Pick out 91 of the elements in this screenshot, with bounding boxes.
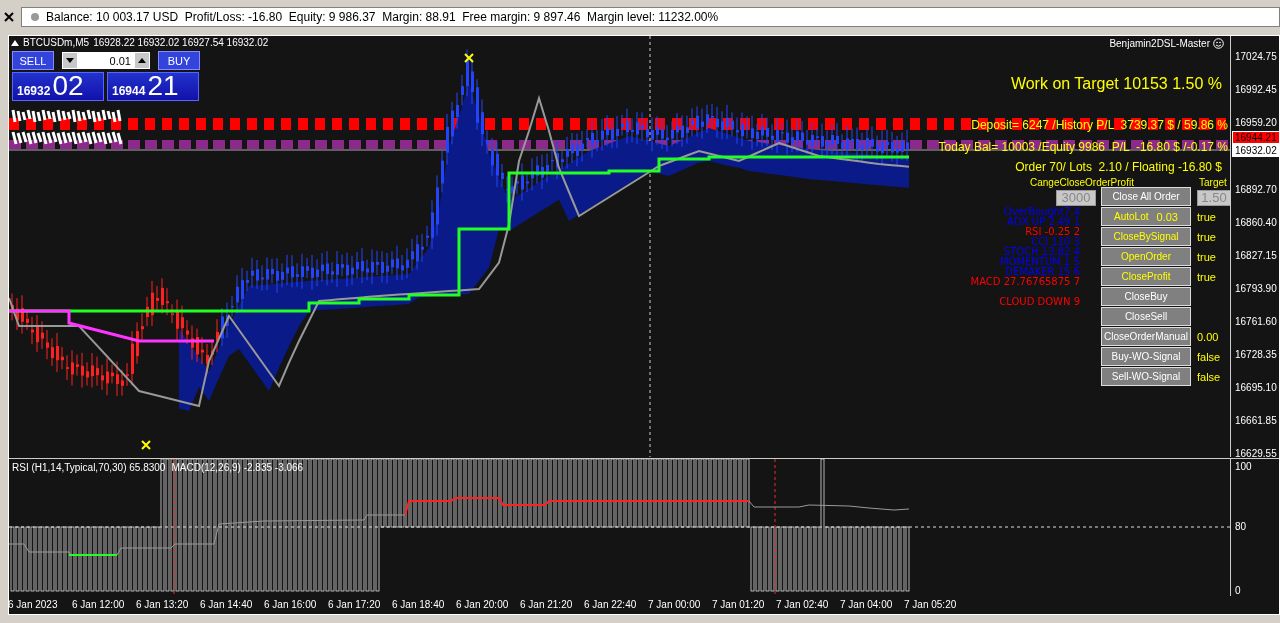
signal-text: CLOUD DOWN 9 [999, 297, 1080, 307]
ea-control-button[interactable]: OpenOrder [1101, 247, 1191, 266]
time-axis-label: 6 Jan 18:40 [392, 599, 445, 610]
smiley-icon [1213, 38, 1224, 49]
time-axis-label: 7 Jan 04:00 [840, 599, 893, 610]
signal-text: ADX UP 2.49 1 [1007, 217, 1080, 227]
bid-price-tag: 16932.02 [1232, 144, 1280, 157]
caret-up-icon [138, 58, 146, 63]
caret-down-icon [66, 58, 74, 63]
ea-control-button[interactable]: CloseProfit [1101, 267, 1191, 286]
indicator-axis-label: 80 [1235, 521, 1247, 532]
ea-control-button[interactable]: CloseSell [1101, 307, 1191, 326]
buy-price-panel[interactable]: 16944 21 [107, 72, 199, 101]
time-axis-label: 7 Jan 02:40 [776, 599, 829, 610]
time-axis-label: 6 Jan 14:40 [200, 599, 253, 610]
time-axis-label: 6 Jan 16:00 [264, 599, 317, 610]
price-axis-label: 16695.10 [1235, 382, 1277, 393]
ea-control-button[interactable]: CloseBySignal [1101, 227, 1191, 246]
price-axis-label: 16992.45 [1235, 84, 1277, 95]
price-axis-label: 17024.75 [1235, 51, 1277, 62]
time-axis-label: 6 Jan 22:40 [584, 599, 637, 610]
auto-lot-value: 0.03 [1156, 210, 1178, 223]
time-axis-label: 7 Jan 01:20 [712, 599, 765, 610]
lot-size-field[interactable]: 0.01 [78, 52, 134, 69]
signal-text: OverBought7.4 [1004, 207, 1080, 217]
setting-value: true [1197, 270, 1216, 283]
decrease-lot-button[interactable] [62, 52, 78, 69]
buy-price-major: 16944 [112, 84, 146, 98]
time-axis-label: 6 Jan 12:00 [72, 599, 125, 610]
cross-marker-icon [141, 440, 151, 450]
indicator-axis-label: 0 [1235, 585, 1241, 596]
setting-value: true [1197, 230, 1216, 243]
expert-name: Benjamin2DSL-Master [1109, 38, 1210, 49]
order-summary: Order 70/ Lots 2.10 / Floating -16.80 $ [1015, 160, 1222, 174]
sell-button[interactable]: SELL [12, 51, 54, 70]
signal-text: CCI 110 3 [1031, 237, 1080, 247]
ea-control-button[interactable]: Buy-WO-Signal [1101, 347, 1191, 366]
ohlc-values: 16928.22 16932.02 16927.54 16932.02 [93, 37, 269, 48]
sell-price-major: 16932 [17, 84, 51, 98]
price-axis-label: 16793.90 [1235, 283, 1277, 294]
signal-text: RSI -0.25 2 [1025, 227, 1080, 237]
ea-control-button[interactable]: CloseOrderManual [1101, 327, 1191, 346]
buy-price-minor: 21 [147, 72, 179, 100]
price-axis-label: 16661.85 [1235, 415, 1277, 426]
collapse-triangle-icon[interactable] [11, 39, 19, 46]
close-icon[interactable] [3, 11, 15, 23]
price-axis-label: 16892.70 [1235, 184, 1277, 195]
target-field[interactable]: 1.50 [1197, 189, 1230, 206]
buy-button[interactable]: BUY [158, 51, 200, 70]
sell-price-panel[interactable]: 16932 02 [12, 72, 104, 101]
time-axis-label: 7 Jan 05:20 [904, 599, 957, 610]
ask-price-tag: 16944.21 [1232, 131, 1280, 144]
rsi-indicator-label: RSI (H1,14,Typical,70,30) 65.8300 [12, 462, 166, 473]
signal-text: MOMENTUM 1 5 [999, 257, 1080, 267]
setting-value: false [1197, 370, 1221, 383]
ea-control-button[interactable]: Close All Order [1101, 187, 1191, 206]
price-axis-label: 16629.55 [1235, 448, 1277, 459]
today-summary: Today Bal= 10003 /Equity 9986 P/L -16.80 $ /-0.17 % [938, 140, 1228, 154]
target-label: Target [1199, 177, 1227, 188]
time-axis-label: 6 Jan 21:20 [520, 599, 573, 610]
time-axis-label: 6 Jan 13:20 [136, 599, 189, 610]
target-headline: Work on Target 10153 1.50 % [1010, 75, 1222, 92]
setting-value: false [1197, 350, 1221, 363]
macd-indicator-label: MACD(12,26,9) -2.835 -3.066 [171, 462, 304, 473]
close-profit-field[interactable]: 3000 [1056, 189, 1096, 206]
close-profit-label: CangeCloseOrderProfit [1030, 177, 1134, 188]
sell-price-minor: 02 [52, 72, 84, 100]
price-axis-label: 16761.60 [1235, 316, 1277, 327]
indicator-axis-label: 100 [1235, 461, 1252, 472]
price-axis-label: 16860.40 [1235, 217, 1277, 228]
setting-value: 0.00 [1197, 330, 1219, 343]
ea-control-button[interactable]: Sell-WO-Signal [1101, 367, 1191, 386]
signal-text: MACD 27.76765875 7 [970, 277, 1080, 287]
status-dot-icon [30, 12, 40, 22]
setting-value: true [1197, 250, 1216, 263]
cross-marker-icon [464, 53, 474, 63]
setting-value: true [1197, 210, 1216, 223]
price-axis-label: 16959.20 [1235, 117, 1277, 128]
time-axis-label: 6 Jan 17:20 [328, 599, 381, 610]
account-summary: Balance: 10 003.17 USD Profit/Loss: -16.80 Equity: 9 986.37 Margin: 88.91 Free margin: 9 897.46 Margin level: 11232.00% [46, 10, 719, 24]
signal-text: DEMAKER 15 6 [1005, 267, 1080, 277]
time-axis-label: 6 Jan 20:00 [456, 599, 509, 610]
time-axis-label: 6 Jan 2023 [8, 599, 58, 610]
signal-text: STOCH 13.82 4 [1003, 247, 1080, 257]
increase-lot-button[interactable] [134, 52, 150, 69]
time-axis-label: 7 Jan 00:00 [648, 599, 701, 610]
price-axis-label: 16827.15 [1235, 250, 1277, 261]
ea-control-button[interactable]: CloseBuy [1101, 287, 1191, 306]
price-axis-label: 16728.35 [1235, 349, 1277, 360]
ea-control-button[interactable]: AutoLot 0.03 [1101, 207, 1191, 226]
symbol-label: BTCUSDm,M5 [23, 37, 90, 48]
